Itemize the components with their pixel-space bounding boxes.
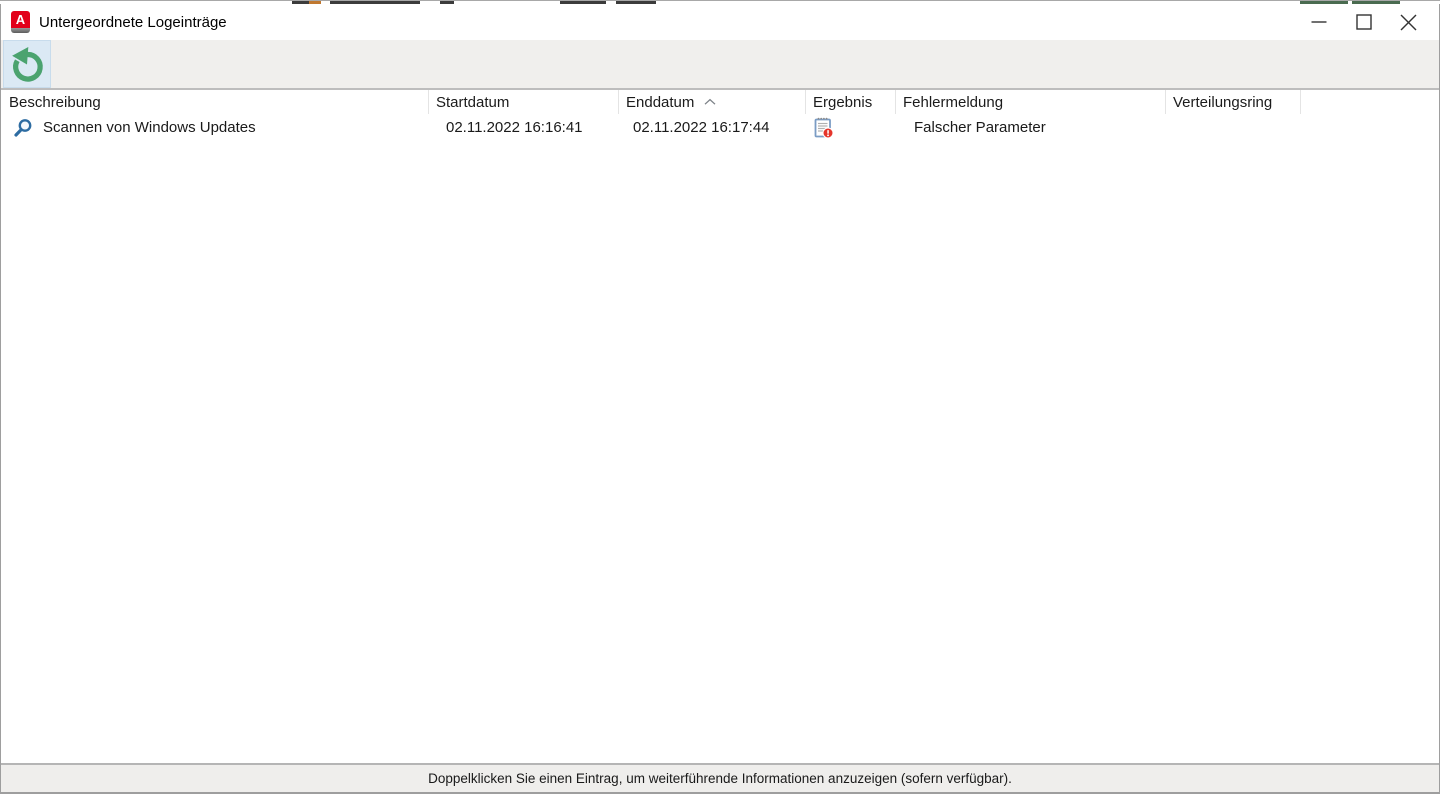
toolbar [1,40,1439,90]
window-title: Untergeordnete Logeinträge [39,14,227,31]
avira-icon: A [11,11,30,33]
refresh-icon [6,43,48,85]
titlebar: A Untergeordnete Logeinträge [1,4,1439,40]
magnifier-icon [13,118,33,138]
column-header-verteilungsring[interactable]: Verteilungsring [1166,90,1301,114]
column-header-ergebnis[interactable]: Ergebnis [806,90,896,114]
close-icon [1400,14,1417,31]
column-label: Verteilungsring [1173,94,1272,111]
cell-fehlermeldung: Falscher Parameter [896,119,1166,136]
cell-enddatum: 02.11.2022 16:17:44 [619,119,806,136]
refresh-button[interactable] [3,40,51,88]
list-empty-area [1,141,1439,763]
cell-startdatum: 02.11.2022 16:16:41 [429,119,619,136]
column-header-beschreibung[interactable]: Beschreibung [1,90,429,114]
maximize-icon [1356,14,1372,30]
statusbar-hint: Doppelklicken Sie einen Eintrag, um weit… [428,771,1012,786]
column-label: Fehlermeldung [903,94,1003,111]
column-header-startdatum[interactable]: Startdatum [429,90,619,114]
column-label: Enddatum [626,94,694,111]
cell-beschreibung: Scannen von Windows Updates [1,118,429,138]
column-label: Ergebnis [813,94,872,111]
minimize-icon [1311,14,1327,30]
table-header: Beschreibung Startdatum Enddatum Ergebni… [1,90,1439,114]
table-row[interactable]: Scannen von Windows Updates 02.11.2022 1… [1,114,1439,141]
log-error-icon [813,116,834,139]
column-header-fehlermeldung[interactable]: Fehlermeldung [896,90,1166,114]
close-button[interactable] [1386,4,1431,40]
row-description: Scannen von Windows Updates [43,119,256,136]
log-entries-dialog: A Untergeordnete Logeinträge [0,4,1440,794]
cell-ergebnis [806,116,896,139]
column-header-enddatum[interactable]: Enddatum [619,90,806,114]
column-label: Startdatum [436,94,509,111]
maximize-button[interactable] [1341,4,1386,40]
statusbar: Doppelklicken Sie einen Eintrag, um weit… [1,763,1439,792]
column-header-filler [1301,90,1439,114]
window-controls [1296,4,1431,40]
minimize-button[interactable] [1296,4,1341,40]
chevron-up-icon [704,98,716,106]
column-label: Beschreibung [9,94,101,111]
